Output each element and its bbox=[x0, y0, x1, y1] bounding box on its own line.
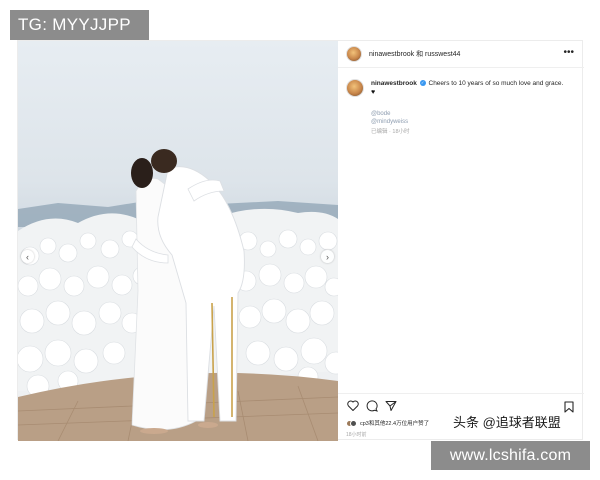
post-caption: ninawestbrook ✓ Cheers to 10 years of so… bbox=[346, 79, 578, 135]
chevron-left-icon[interactable]: ‹ bbox=[21, 250, 34, 263]
post-header: ninawestbrook 和 russwest44 ••• bbox=[338, 41, 584, 68]
caption-tags: @bode @mindyweiss 已编辑 · 18小时 bbox=[371, 110, 410, 136]
caption-text-block: ninawestbrook ✓ Cheers to 10 years of so… bbox=[371, 79, 563, 97]
watermark-toutiao: 头条 @追球者联盟 bbox=[453, 415, 561, 430]
wedding-photo-illustration bbox=[18, 149, 338, 441]
caption-body: Cheers to 10 years of so much love and g… bbox=[428, 80, 564, 87]
tag-link-mindyweiss[interactable]: @mindyweiss bbox=[371, 118, 410, 126]
avatar[interactable] bbox=[346, 46, 362, 62]
post-photo[interactable]: ‹ › bbox=[18, 41, 338, 441]
bookmark-icon[interactable] bbox=[564, 400, 574, 418]
tag-link-bode[interactable]: @bode bbox=[371, 110, 410, 118]
heart-emoji: ♥ bbox=[371, 89, 376, 96]
post-timestamp: 18小时前 bbox=[346, 432, 367, 438]
avatar bbox=[350, 419, 357, 427]
heart-icon[interactable] bbox=[346, 399, 359, 412]
chevron-right-icon[interactable]: › bbox=[321, 250, 334, 263]
watermark-telegram: TG: MYYJJPP bbox=[10, 10, 149, 40]
avatar[interactable] bbox=[346, 79, 364, 97]
post-author-usernames[interactable]: ninawestbrook 和 russwest44 bbox=[369, 49, 460, 59]
send-icon[interactable] bbox=[384, 399, 397, 412]
watermark-url: www.lcshifa.com bbox=[431, 441, 590, 470]
likes-summary[interactable]: cp3和其他22.4万位用户赞了 bbox=[346, 419, 429, 427]
instagram-post: ‹ › ninawestbrook 和 russwest44 ••• ninaw… bbox=[17, 40, 584, 441]
more-horizontal-icon[interactable]: ••• bbox=[563, 48, 574, 58]
post-side-panel: ninawestbrook 和 russwest44 ••• ninawestb… bbox=[338, 41, 584, 441]
verified-badge-icon: ✓ bbox=[419, 80, 426, 87]
caption-username[interactable]: ninawestbrook bbox=[371, 80, 417, 87]
likes-count-text[interactable]: cp3和其他22.4万位用户赞了 bbox=[360, 419, 429, 427]
edited-timestamp: 已编辑 · 18小时 bbox=[371, 129, 410, 135]
comment-icon[interactable] bbox=[365, 399, 378, 412]
